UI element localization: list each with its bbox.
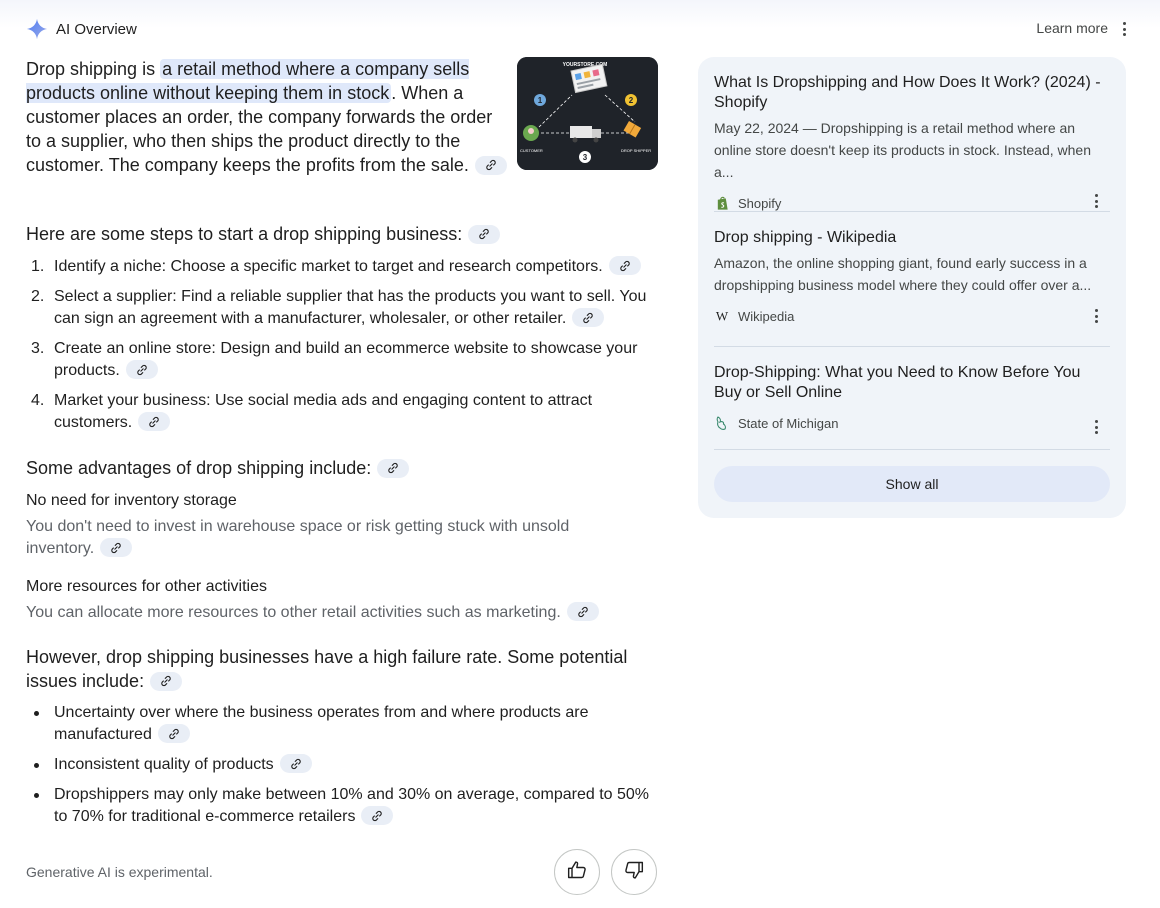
source-title[interactable]: What Is Dropshipping and How Does It Wor… [714,73,1110,113]
step-number: 3. [31,340,45,357]
issue-text: Inconsistent quality of products [54,756,274,773]
citation-link-icon[interactable] [572,308,605,328]
issues-list: Uncertainty over where the business oper… [26,702,658,836]
list-item: 3. Create an online store: Design and bui… [26,338,658,382]
advantages-heading: Some advantages of drop shipping include… [26,456,410,480]
citation-link-icon[interactable] [279,754,312,774]
issue-text: Dropshippers may only make between 10% a… [54,786,650,825]
steps-heading-text: Here are some steps to start a drop ship… [26,224,463,244]
thumbs-down-icon [624,860,644,885]
thumbs-up-icon [567,860,587,885]
wikipedia-icon: W [714,308,730,324]
source-snippet: May 22, 2024 — Dropshipping is a retail … [714,120,1092,180]
advantage-item: More resources for other activities You … [26,576,658,624]
thumbs-up-button[interactable] [554,849,600,895]
more-vert-icon[interactable] [1090,419,1102,435]
source-meta: State of Michigan [714,413,1110,433]
source-card[interactable]: Drop-Shipping: What you Need to Know Bef… [714,363,1110,435]
source-meta: Shopify [714,193,1110,213]
citation-link-icon[interactable] [474,155,507,175]
divider [714,346,1110,347]
thumbs-down-button[interactable] [611,849,657,895]
michigan-icon [714,415,730,431]
steps-list: 1. Identify a niche: Choose a specific ma… [26,256,658,442]
sources-panel: What Is Dropshipping and How Does It Wor… [698,57,1126,518]
issue-text: Uncertainty over where the business oper… [54,704,589,743]
list-item: 1. Identify a niche: Choose a specific ma… [26,256,658,278]
source-title[interactable]: Drop-Shipping: What you Need to Know Bef… [714,363,1110,403]
step-1-badge: 1 [538,96,543,105]
divider [714,211,1110,212]
citation-link-icon[interactable] [566,602,599,622]
citation-link-icon[interactable] [377,458,410,478]
step-2-badge: 2 [629,96,634,105]
show-all-button[interactable]: Show all [714,466,1110,502]
advantage-title: No need for inventory storage [26,492,237,509]
sparkle-icon [26,18,48,40]
ai-overview-header: AI Overview [26,17,137,41]
source-title[interactable]: Drop shipping - Wikipedia [714,228,1110,248]
learn-more-link[interactable]: Learn more [1036,20,1108,36]
step-number: 4. [31,392,45,409]
issues-heading: However, drop shipping businesses have a… [26,645,658,693]
more-vert-icon[interactable] [1090,193,1102,209]
intro-section: Drop shipping is a retail method where a… [26,57,658,199]
shopify-icon [714,195,730,211]
citation-link-icon[interactable] [468,224,501,244]
citation-link-icon[interactable] [157,724,190,744]
customer-label: CUSTOMER [520,148,543,153]
list-item: 2. Select a supplier: Find a reliable sup… [26,286,658,330]
step-text: Market your business: Use social media a… [54,392,593,431]
source-card[interactable]: Drop shipping - Wikipedia Amazon, the on… [714,228,1110,326]
intro-paragraph: Drop shipping is a retail method where a… [26,57,508,177]
list-item: Dropshippers may only make between 10% a… [26,784,658,828]
step-number: 2. [31,288,45,305]
steps-heading: Here are some steps to start a drop ship… [26,222,501,246]
advantage-item: No need for inventory storage You don't … [26,490,626,560]
ai-overview-title: AI Overview [56,20,137,38]
source-snippet: Amazon, the online shopping giant, found… [714,255,1092,293]
step-text: Identify a niche: Choose a specific mark… [54,258,603,275]
source-card[interactable]: What Is Dropshipping and How Does It Wor… [714,73,1110,213]
citation-link-icon[interactable] [125,360,158,380]
citation-link-icon[interactable] [100,538,133,558]
more-vert-icon[interactable] [1090,308,1102,324]
advantage-text-wrap: You can allocate more resources to other… [26,602,658,624]
step-3-badge: 3 [583,153,588,162]
citation-link-icon[interactable] [138,412,171,432]
experimental-note: Generative AI is experimental. [26,864,213,880]
source-site-name: Wikipedia [738,308,795,324]
list-item: 4. Market your business: Use social media… [26,390,658,434]
citation-link-icon[interactable] [150,671,183,691]
svg-text:W: W [716,309,729,324]
source-site-name: Shopify [738,195,782,211]
list-item: Inconsistent quality of products [26,754,658,776]
advantage-text: You can allocate more resources to other… [26,604,561,621]
advantage-title: More resources for other activities [26,578,267,595]
advantages-heading-text: Some advantages of drop shipping include… [26,458,372,478]
shipper-label: DROP SHIPPER [621,148,651,153]
overview-body: Drop shipping is a retail method where a… [26,57,658,826]
intro-lead: Drop shipping is [26,59,161,79]
list-item: Uncertainty over where the business oper… [26,702,658,746]
more-vert-icon[interactable] [1118,20,1130,38]
source-site-name: State of Michigan [738,415,839,431]
citation-link-icon[interactable] [608,256,641,276]
advantage-text-wrap: You don't need to invest in warehouse sp… [26,516,626,560]
divider [714,449,1110,450]
step-text: Select a supplier: Find a reliable suppl… [54,288,647,327]
citation-link-icon[interactable] [361,806,394,826]
source-meta: W Wikipedia [714,306,1110,326]
issues-heading-text: However, drop shipping businesses have a… [26,647,628,691]
top-fade [0,0,1160,28]
step-number: 1. [31,258,45,275]
dropshipping-diagram-image[interactable]: YOURSTORE.COM 1 2 3 CUSTOMER DROP SHIPPE… [517,57,658,170]
